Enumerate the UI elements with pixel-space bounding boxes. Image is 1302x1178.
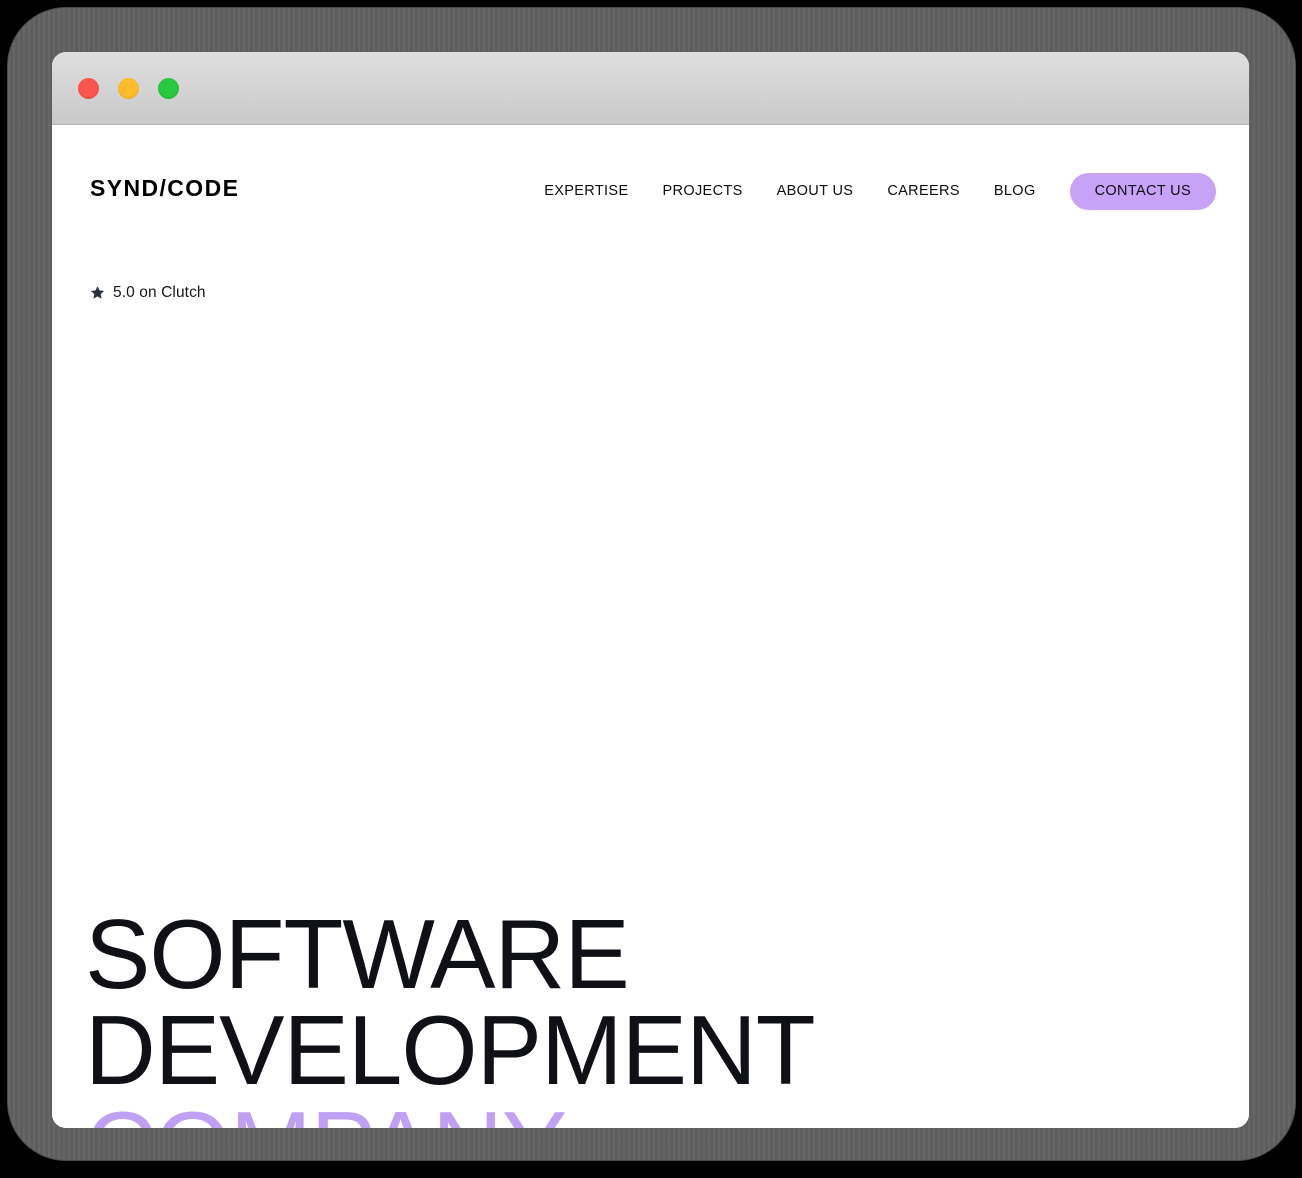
clutch-rating-label: 5.0 on Clutch — [113, 285, 206, 301]
browser-window: SYND/CODE EXPERTISE PROJECTS ABOUT US CA… — [52, 52, 1249, 1128]
star-icon — [90, 285, 105, 300]
nav-link-blog[interactable]: BLOG — [977, 184, 1053, 199]
nav-link-careers[interactable]: CAREERS — [870, 184, 977, 199]
contact-us-button[interactable]: CONTACT US — [1070, 173, 1216, 210]
close-window-button[interactable] — [78, 78, 99, 99]
page-content: SYND/CODE EXPERTISE PROJECTS ABOUT US CA… — [52, 125, 1249, 1128]
window-controls — [78, 78, 179, 99]
clutch-rating[interactable]: 5.0 on Clutch — [90, 285, 206, 301]
brand-logo[interactable]: SYND/CODE — [90, 177, 239, 200]
hero-line-1: SOFTWARE — [85, 906, 815, 1002]
nav-link-about-us[interactable]: ABOUT US — [760, 184, 871, 199]
nav-link-projects[interactable]: PROJECTS — [645, 184, 759, 199]
browser-titlebar — [52, 52, 1249, 125]
hero-heading: SOFTWARE DEVELOPMENT COMPANY — [85, 906, 815, 1128]
hero-line-2: DEVELOPMENT — [85, 1002, 815, 1098]
site-header: SYND/CODE EXPERTISE PROJECTS ABOUT US CA… — [52, 125, 1249, 225]
nav-link-expertise[interactable]: EXPERTISE — [527, 184, 645, 199]
minimize-window-button[interactable] — [118, 78, 139, 99]
maximize-window-button[interactable] — [158, 78, 179, 99]
main-navigation: EXPERTISE PROJECTS ABOUT US CAREERS BLOG… — [527, 173, 1216, 210]
